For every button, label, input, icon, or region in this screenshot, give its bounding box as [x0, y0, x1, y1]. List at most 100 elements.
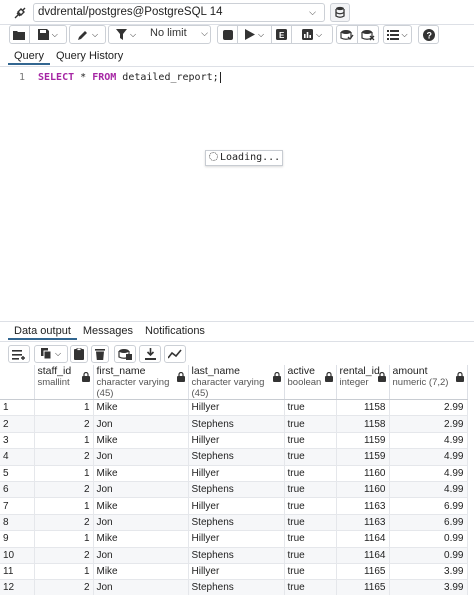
active-cell[interactable]: true — [284, 448, 337, 466]
save-data-button[interactable] — [114, 345, 136, 363]
amount-cell[interactable]: 3.99 — [389, 579, 468, 595]
first-name-cell[interactable]: Jon — [93, 481, 189, 499]
column-header[interactable]: last_name character varying (45) — [188, 365, 285, 400]
staff-id-cell[interactable]: 1 — [34, 399, 94, 417]
rental-id-cell[interactable]: 1160 — [336, 481, 390, 499]
tab-data-output[interactable]: Data output — [8, 323, 77, 340]
limit-select[interactable]: No limit ⌵ — [145, 25, 211, 44]
row-number-cell[interactable]: 12 — [0, 579, 35, 595]
add-row-button[interactable] — [8, 345, 30, 363]
row-number-cell[interactable]: 8 — [0, 514, 35, 532]
row-number-cell[interactable]: 7 — [0, 497, 35, 515]
active-cell[interactable]: true — [284, 547, 337, 564]
download-button[interactable] — [139, 345, 161, 363]
row-number-cell[interactable]: 2 — [0, 415, 35, 433]
filter-button[interactable]: ⌵ — [109, 26, 143, 43]
rollback-button[interactable] — [358, 26, 378, 43]
active-cell[interactable]: true — [284, 465, 337, 482]
edit-button[interactable]: ⌵ — [70, 26, 105, 43]
active-cell[interactable]: true — [284, 399, 337, 417]
copy-button[interactable]: ⌵ — [34, 345, 68, 363]
row-number-cell[interactable]: 5 — [0, 465, 35, 482]
active-cell[interactable]: true — [284, 563, 337, 581]
first-name-cell[interactable]: Mike — [93, 465, 189, 482]
column-header[interactable]: first_name character varying (45) — [93, 365, 189, 400]
row-number-cell[interactable]: 6 — [0, 481, 35, 499]
last-name-cell[interactable]: Stephens — [188, 415, 285, 433]
active-cell[interactable]: true — [284, 481, 337, 499]
first-name-cell[interactable]: Jon — [93, 448, 189, 466]
row-number-cell[interactable]: 3 — [0, 432, 35, 450]
execute-button[interactable]: ⌵ — [238, 26, 272, 43]
graph-visualiser-button[interactable] — [164, 345, 186, 363]
table-row[interactable]: 2 2 Jon Stephens true 1158 2.99 — [0, 415, 468, 433]
first-name-cell[interactable]: Mike — [93, 530, 189, 548]
staff-id-cell[interactable]: 2 — [34, 514, 94, 532]
staff-id-cell[interactable]: 2 — [34, 481, 94, 499]
amount-cell[interactable]: 4.99 — [389, 448, 468, 466]
row-number-header[interactable] — [0, 365, 35, 400]
row-number-cell[interactable]: 1 — [0, 399, 35, 417]
table-row[interactable]: 5 1 Mike Hillyer true 1160 4.99 — [0, 465, 468, 482]
first-name-cell[interactable]: Jon — [93, 514, 189, 532]
column-header[interactable]: active boolean — [284, 365, 337, 400]
save-button[interactable]: ⌵ — [30, 26, 66, 43]
amount-cell[interactable]: 0.99 — [389, 547, 468, 564]
last-name-cell[interactable]: Stephens — [188, 481, 285, 499]
amount-cell[interactable]: 2.99 — [389, 399, 468, 417]
stop-button[interactable] — [218, 26, 238, 43]
last-name-cell[interactable]: Hillyer — [188, 563, 285, 581]
active-cell[interactable]: true — [284, 530, 337, 548]
active-cell[interactable]: true — [284, 514, 337, 532]
last-name-cell[interactable]: Stephens — [188, 579, 285, 595]
table-row[interactable]: 10 2 Jon Stephens true 1164 0.99 — [0, 547, 468, 564]
table-row[interactable]: 9 1 Mike Hillyer true 1164 0.99 — [0, 530, 468, 548]
commit-button[interactable] — [337, 26, 358, 43]
last-name-cell[interactable]: Hillyer — [188, 497, 285, 515]
last-name-cell[interactable]: Hillyer — [188, 432, 285, 450]
active-cell[interactable]: true — [284, 432, 337, 450]
last-name-cell[interactable]: Stephens — [188, 448, 285, 466]
active-cell[interactable]: true — [284, 579, 337, 595]
staff-id-cell[interactable]: 2 — [34, 448, 94, 466]
rental-id-cell[interactable]: 1163 — [336, 514, 390, 532]
first-name-cell[interactable]: Mike — [93, 399, 189, 417]
table-row[interactable]: 12 2 Jon Stephens true 1165 3.99 — [0, 579, 468, 595]
staff-id-cell[interactable]: 1 — [34, 465, 94, 482]
active-cell[interactable]: true — [284, 497, 337, 515]
paste-button[interactable] — [70, 345, 88, 363]
last-name-cell[interactable]: Stephens — [188, 547, 285, 564]
column-header[interactable]: staff_id smallint — [34, 365, 94, 400]
explain-button[interactable]: E — [272, 26, 292, 43]
macros-button[interactable]: ⌵ — [384, 26, 411, 43]
staff-id-cell[interactable]: 1 — [34, 432, 94, 450]
rental-id-cell[interactable]: 1159 — [336, 432, 390, 450]
amount-cell[interactable]: 2.99 — [389, 415, 468, 433]
database-button[interactable] — [330, 3, 350, 22]
amount-cell[interactable]: 6.99 — [389, 497, 468, 515]
column-header[interactable]: amount numeric (7,2) — [389, 365, 468, 400]
amount-cell[interactable]: 3.99 — [389, 563, 468, 581]
table-row[interactable]: 7 1 Mike Hillyer true 1163 6.99 — [0, 497, 468, 515]
tab-query[interactable]: Query — [8, 48, 50, 65]
rental-id-cell[interactable]: 1160 — [336, 465, 390, 482]
first-name-cell[interactable]: Jon — [93, 579, 189, 595]
staff-id-cell[interactable]: 1 — [34, 563, 94, 581]
staff-id-cell[interactable]: 1 — [34, 497, 94, 515]
tab-messages[interactable]: Messages — [77, 323, 139, 340]
rental-id-cell[interactable]: 1159 — [336, 448, 390, 466]
amount-cell[interactable]: 6.99 — [389, 514, 468, 532]
connection-select[interactable]: dvdrental/postgres@PostgreSQL 14 ⌵ — [33, 3, 325, 22]
sql-editor[interactable]: 1 SELECT * FROM detailed_report;​ Loadin… — [0, 66, 474, 323]
table-row[interactable]: 1 1 Mike Hillyer true 1158 2.99 — [0, 399, 468, 417]
rental-id-cell[interactable]: 1165 — [336, 563, 390, 581]
amount-cell[interactable]: 4.99 — [389, 432, 468, 450]
delete-button[interactable] — [91, 345, 109, 363]
table-row[interactable]: 11 1 Mike Hillyer true 1165 3.99 — [0, 563, 468, 581]
amount-cell[interactable]: 4.99 — [389, 465, 468, 482]
last-name-cell[interactable]: Stephens — [188, 514, 285, 532]
rental-id-cell[interactable]: 1158 — [336, 415, 390, 433]
row-number-cell[interactable]: 10 — [0, 547, 35, 564]
row-number-cell[interactable]: 9 — [0, 530, 35, 548]
table-row[interactable]: 8 2 Jon Stephens true 1163 6.99 — [0, 514, 468, 532]
